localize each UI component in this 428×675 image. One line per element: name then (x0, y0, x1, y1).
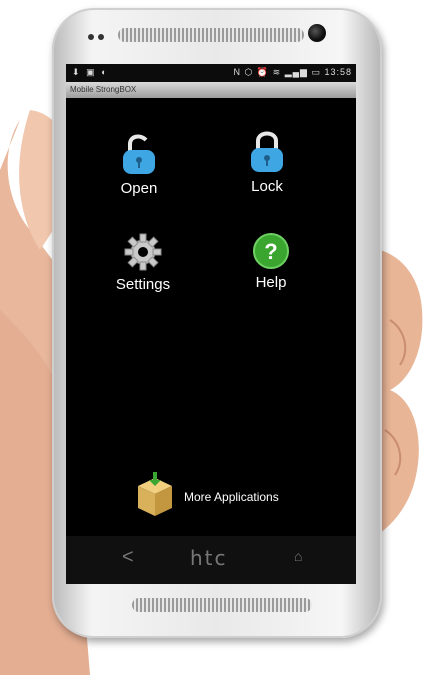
home-button[interactable]: ⌂ (294, 548, 302, 564)
menu-item-settings[interactable]: Settings (88, 232, 198, 293)
package-box-icon (138, 472, 172, 516)
status-bar: ⬇ ▣ ◐ Ν ⬡ ⏰ ≋ ▂▄▆ ▭ 13:58 (66, 64, 356, 82)
locked-padlock-icon (251, 131, 283, 172)
app-title-bar: Mobile StrongBOX (66, 82, 356, 98)
menu-item-label: Open (120, 180, 158, 197)
menu-item-open[interactable]: Open (84, 132, 194, 197)
nfc-icon: Ν (233, 67, 241, 77)
front-camera (308, 24, 326, 42)
menu-item-lock[interactable]: Lock (212, 128, 322, 195)
status-system-icons: Ν ⬡ ⏰ ≋ ▂▄▆ ▭ 13:58 (234, 67, 353, 78)
top-speaker-grille (118, 28, 304, 42)
bottom-speaker-grille (132, 598, 312, 612)
menu-item-label: Help (255, 274, 287, 291)
status-notification-icons: ⬇ ▣ ◐ (72, 67, 109, 78)
menu-item-label: Lock (251, 178, 283, 195)
menu-item-label: Settings (115, 276, 171, 293)
more-applications-label: More Applications (184, 490, 279, 504)
device-nav-bar: < htc ⌂ (66, 536, 356, 584)
download-icon: ⬇ (72, 67, 82, 77)
back-button[interactable]: < (122, 546, 134, 569)
alarm-icon: ⏰ (256, 67, 270, 77)
battery-icon: ▭ (311, 67, 321, 77)
app-title: Mobile StrongBOX (70, 85, 137, 94)
sensor-dot (98, 34, 104, 40)
more-applications-button[interactable]: More Applications (134, 472, 344, 522)
signal-icon: ▂▄▆ (284, 67, 308, 77)
svg-text:?: ? (264, 239, 277, 264)
menu-item-help[interactable]: ? Help (216, 232, 326, 291)
vibrate-icon: ⬡ (244, 67, 254, 77)
sensor-dot (88, 34, 94, 40)
phone-screen: ⬇ ▣ ◐ Ν ⬡ ⏰ ≋ ▂▄▆ ▭ 13:58 Mobile StrongB… (66, 64, 356, 584)
wifi-icon: ≋ (272, 67, 282, 77)
help-icon: ? (253, 233, 289, 269)
sync-icon: ◐ (101, 67, 109, 77)
image-icon: ▣ (86, 67, 97, 77)
brand-logo: htc (190, 546, 228, 570)
gear-icon (124, 233, 162, 271)
status-time: 13:58 (324, 67, 352, 77)
unlocked-padlock-icon (123, 134, 155, 174)
